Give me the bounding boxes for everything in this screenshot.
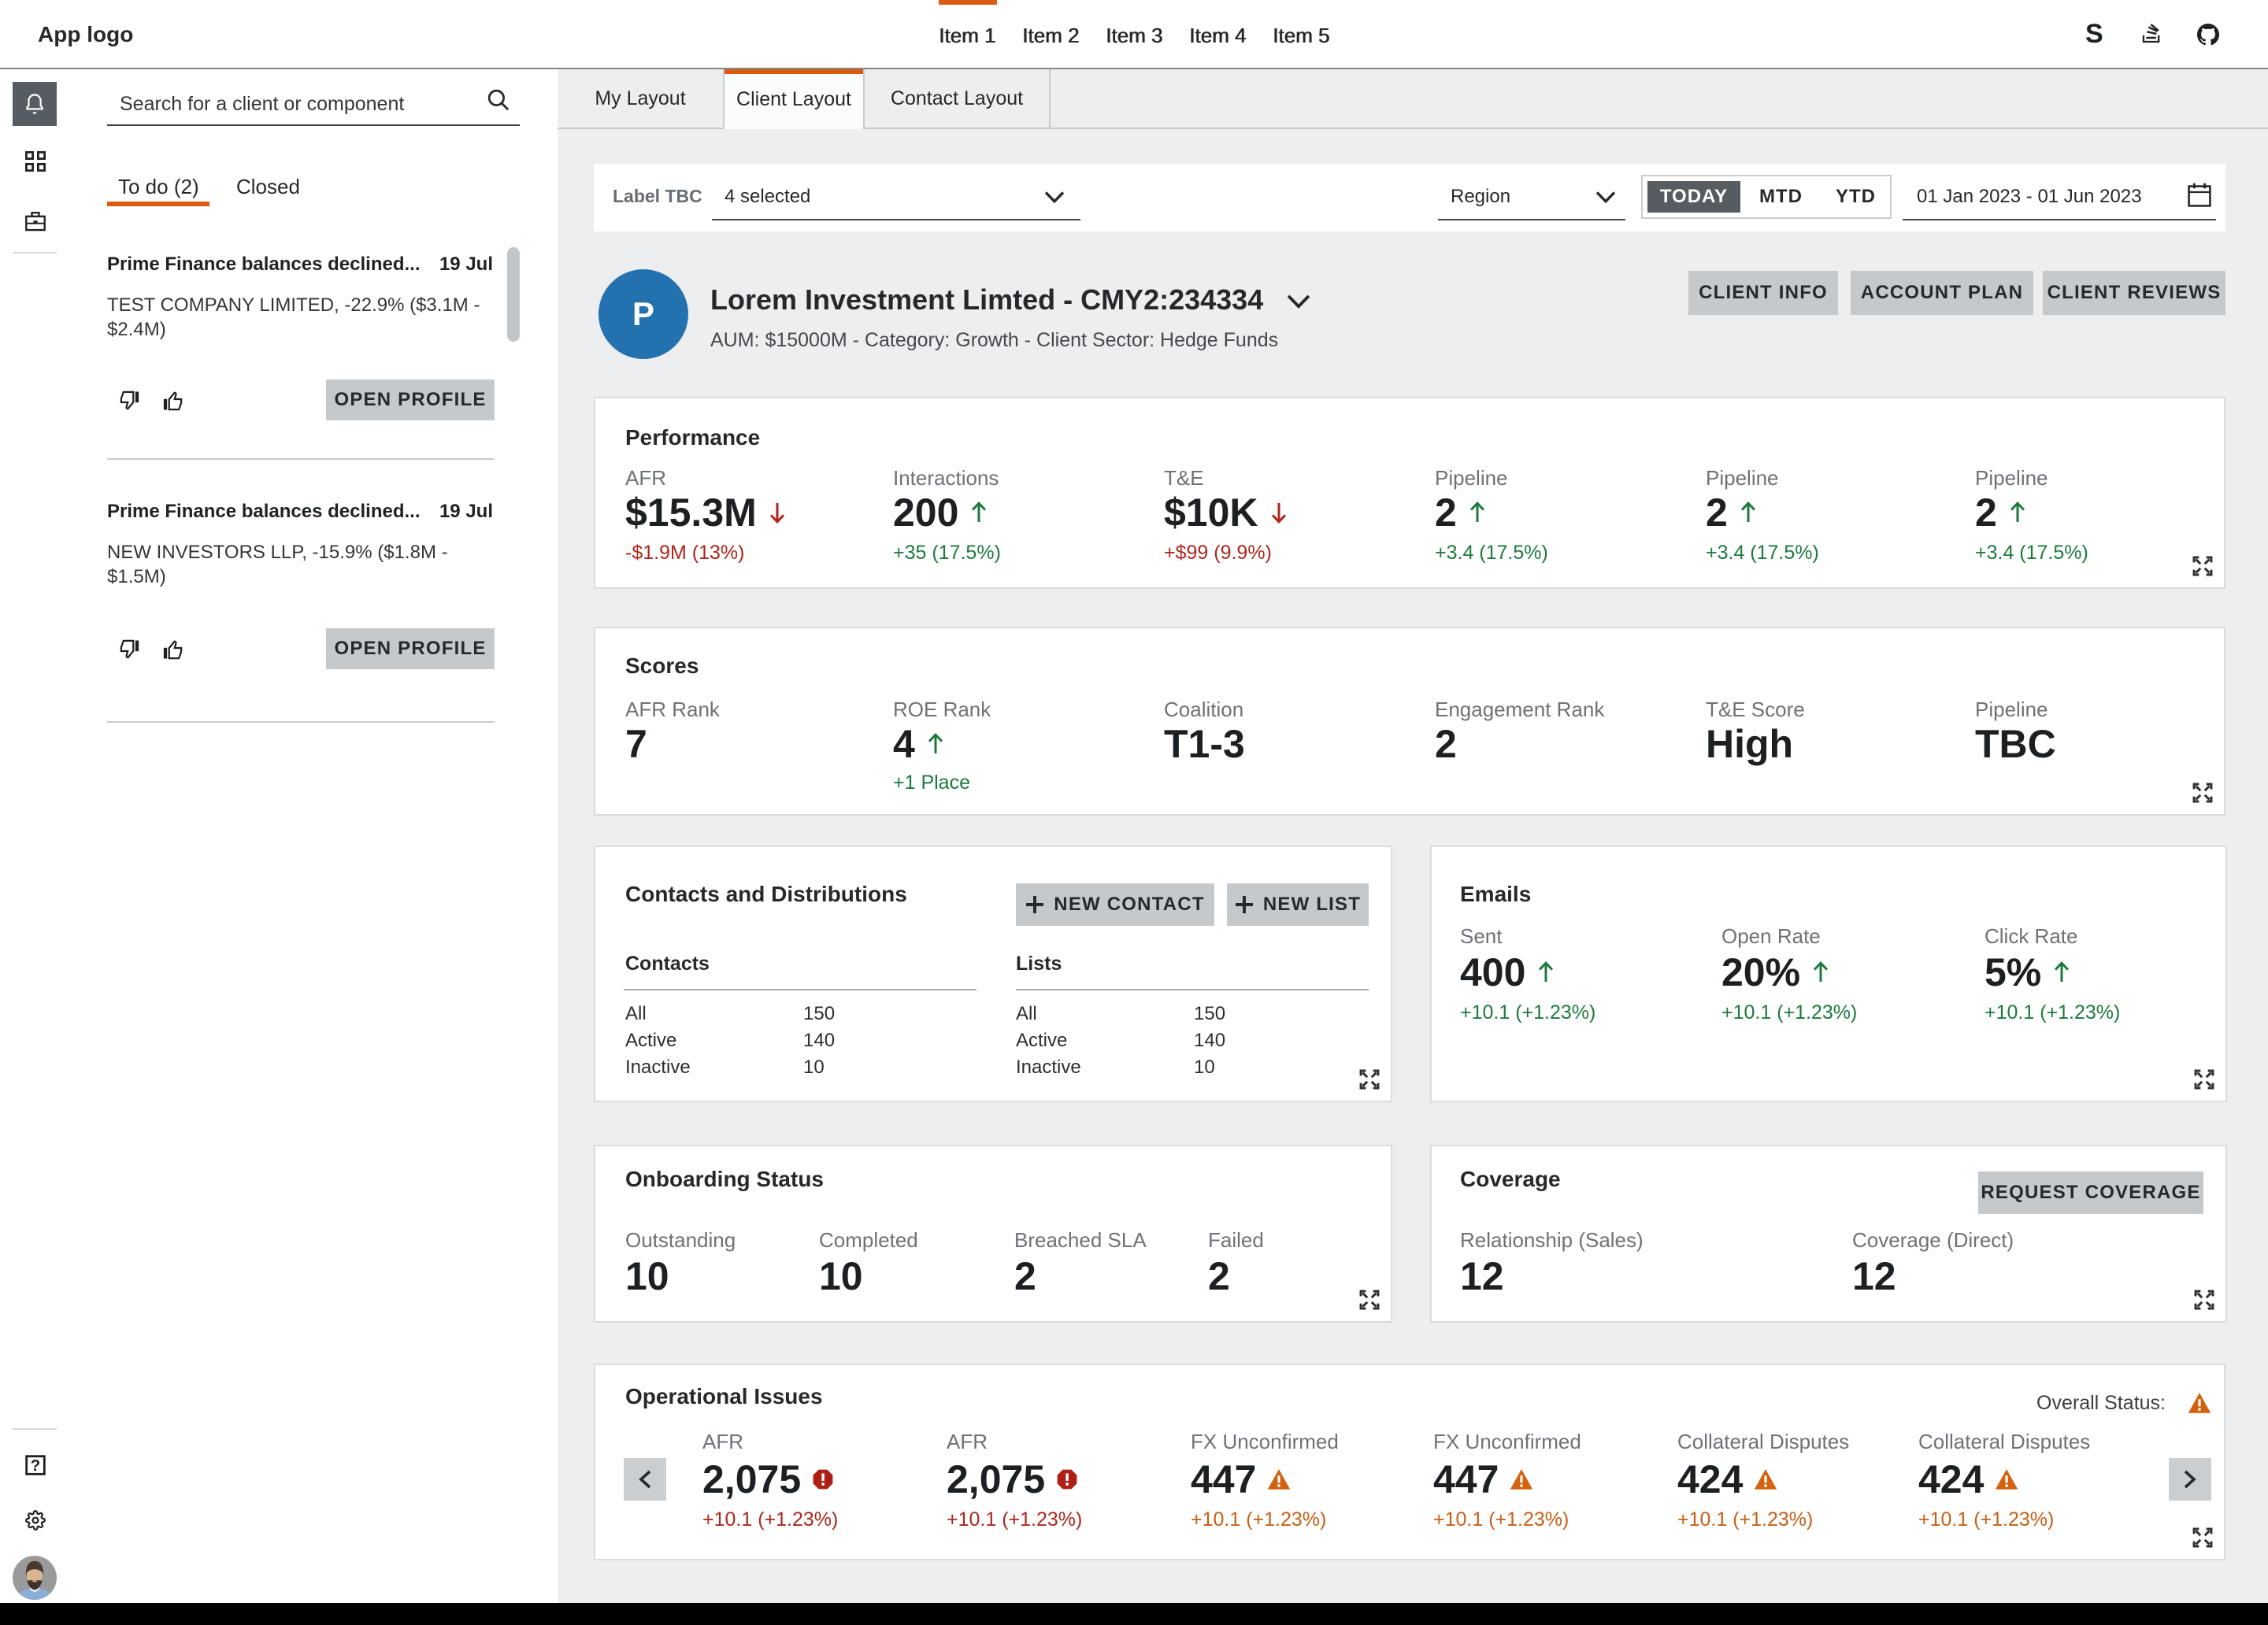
svg-text:?: ?	[31, 1457, 40, 1475]
